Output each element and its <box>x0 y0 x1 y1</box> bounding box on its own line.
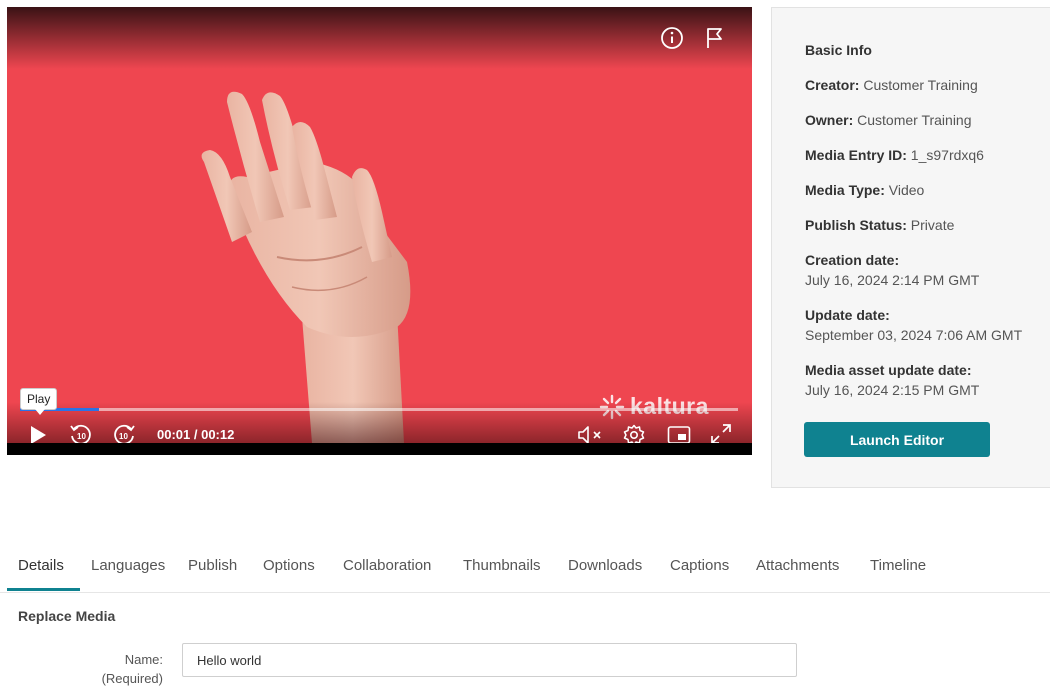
creation-date-block: Creation date: July 16, 2024 2:14 PM GMT <box>805 250 979 290</box>
active-tab-indicator <box>7 588 80 591</box>
play-tooltip: Play <box>20 388 58 415</box>
media-type-value: Video <box>884 182 925 198</box>
creation-date-label: Creation date: <box>805 252 900 268</box>
entry-id-row: Media Entry ID: 1_s97rdxq6 <box>805 147 984 163</box>
video-player[interactable]: kaltura Play 10 10 00:01 / 00:12 <box>7 7 752 455</box>
media-type-row: Media Type: Video <box>805 182 924 198</box>
tab-options[interactable]: Options <box>263 557 315 574</box>
tab-collaboration[interactable]: Collaboration <box>343 557 431 574</box>
update-date-block: Update date: September 03, 2024 7:06 AM … <box>805 305 1022 345</box>
name-input[interactable] <box>182 643 797 677</box>
publish-status-row: Publish Status: Private <box>805 217 954 233</box>
svg-text:10: 10 <box>77 432 86 441</box>
basic-info-title: Basic Info <box>805 42 872 58</box>
publish-status-label: Publish Status: <box>805 217 907 233</box>
tab-captions[interactable]: Captions <box>670 557 729 574</box>
mute-icon[interactable] <box>577 425 605 445</box>
creator-label: Creator: <box>805 77 860 93</box>
tab-publish[interactable]: Publish <box>188 557 237 574</box>
player-bottom-edge <box>7 443 752 455</box>
tab-attachments[interactable]: Attachments <box>756 557 839 574</box>
asset-update-date-value: July 16, 2024 2:15 PM GMT <box>805 382 980 398</box>
tab-downloads[interactable]: Downloads <box>568 557 642 574</box>
info-icon[interactable] <box>660 26 684 50</box>
creator-row: Creator: Customer Training <box>805 77 978 93</box>
owner-label: Owner: <box>805 112 854 128</box>
time-display: 00:01 / 00:12 <box>157 427 235 442</box>
launch-editor-button[interactable]: Launch Editor <box>804 422 990 457</box>
tab-thumbnails[interactable]: Thumbnails <box>463 557 541 574</box>
basic-info-panel: Basic Info Creator: Customer Training Ow… <box>771 7 1050 488</box>
update-date-value: September 03, 2024 7:06 AM GMT <box>805 327 1023 343</box>
owner-value: Customer Training <box>853 112 972 128</box>
tab-details[interactable]: Details <box>18 557 64 574</box>
top-shade <box>7 7 752 69</box>
name-required-text: (Required) <box>101 671 163 686</box>
progress-bar[interactable] <box>20 408 738 411</box>
publish-status-value: Private <box>906 217 955 233</box>
creation-date-value: July 16, 2024 2:14 PM GMT <box>805 272 980 288</box>
fullscreen-icon[interactable] <box>710 423 732 445</box>
media-type-label: Media Type: <box>805 182 885 198</box>
tab-bar: Details Languages Publish Options Collab… <box>0 547 1050 593</box>
creator-value: Customer Training <box>859 77 978 93</box>
name-field-label: Name: (Required) <box>60 650 163 688</box>
hand-image <box>201 91 411 443</box>
entry-id-label: Media Entry ID: <box>805 147 907 163</box>
video-frame[interactable]: kaltura Play 10 10 00:01 / 00:12 <box>7 7 752 455</box>
entry-id-value: 1_s97rdxq6 <box>906 147 984 163</box>
flag-icon[interactable] <box>704 26 726 50</box>
picture-in-picture-icon[interactable] <box>667 425 691 445</box>
owner-row: Owner: Customer Training <box>805 112 972 128</box>
tab-timeline[interactable]: Timeline <box>870 557 926 574</box>
update-date-label: Update date: <box>805 307 890 323</box>
name-label-text: Name: <box>124 652 163 667</box>
asset-update-date-label: Media asset update date: <box>805 362 972 378</box>
asset-update-date-block: Media asset update date: July 16, 2024 2… <box>805 360 979 400</box>
svg-text:10: 10 <box>119 432 128 441</box>
tab-languages[interactable]: Languages <box>91 557 165 574</box>
replace-media-link[interactable]: Replace Media <box>18 608 115 624</box>
